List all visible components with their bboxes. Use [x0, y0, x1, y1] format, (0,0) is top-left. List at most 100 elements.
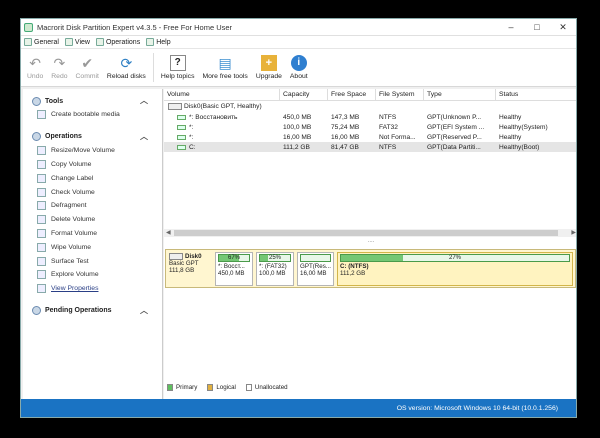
legend-unallocated: Unallocated [245, 384, 288, 391]
tools-section-header[interactable]: Tools ︿ [23, 94, 162, 108]
sidebar-item-delete-volume[interactable]: Delete Volume [23, 213, 162, 227]
table-row[interactable]: *: 100,0 MB 75,24 MB FAT32 GPT(EFI Syste… [164, 122, 576, 132]
commit-icon: ✔ [81, 55, 94, 71]
sidebar-item-label: Copy Volume [51, 160, 92, 168]
cell-file-system: FAT32 [379, 123, 398, 131]
wipe-icon [37, 242, 46, 252]
pending-icon [32, 306, 41, 316]
column-status[interactable]: Status [496, 89, 576, 100]
undo-button[interactable]: ↶ Undo [23, 49, 47, 86]
usage-bar [300, 254, 331, 262]
scrollbar-thumb[interactable] [174, 230, 558, 236]
redo-button[interactable]: ↷ Redo [47, 49, 71, 86]
partition-icon [177, 144, 186, 150]
table-row[interactable]: *: 16,00 MB 16,00 MB Not Forma... GPT(Re… [164, 132, 576, 142]
resize-icon [37, 146, 46, 156]
partition-tile[interactable]: 67% *: Восст... 450,0 MB [215, 252, 253, 286]
minimize-button[interactable]: – [498, 19, 524, 36]
scroll-right-icon[interactable]: ▶ [571, 229, 576, 236]
disk-row[interactable]: Disk0(Basic GPT, Healthy) [164, 101, 576, 112]
about-label: About [289, 73, 308, 80]
operations-icon [95, 38, 104, 46]
sidebar-item-surface-test[interactable]: Surface Test [23, 254, 162, 268]
title-bar: Macrorit Disk Partition Expert v4.3.5 - … [21, 19, 576, 36]
usage-bar: 25% [259, 254, 291, 262]
cell-volume: C: [189, 143, 196, 151]
more-free-tools-button[interactable]: ▤ More free tools [198, 49, 251, 86]
cell-type: GPT(Data Partiti... [427, 143, 481, 151]
chevron-up-icon[interactable]: ︿ [140, 131, 148, 142]
menu-general[interactable]: General [24, 38, 59, 46]
disk-map-info[interactable]: Disk0 Basic GPT 111,8 GB [167, 252, 211, 286]
commit-button[interactable]: ✔ Commit [72, 49, 103, 86]
menu-help-label: Help [156, 38, 171, 46]
sidebar-item-explore-volume[interactable]: Explore Volume [23, 268, 162, 282]
usage-percent: 67% [227, 255, 240, 261]
cell-capacity: 450,0 MB [283, 113, 312, 121]
window-title: Macrorit Disk Partition Expert v4.3.5 - … [37, 22, 233, 32]
legend-primary: Primary [167, 384, 197, 391]
disk-map-size: 111,8 GB [169, 267, 195, 275]
redo-label: Redo [51, 73, 68, 80]
partition-tile[interactable]: GPT(Res... 16,00 MB [297, 252, 334, 286]
cell-file-system: Not Forma... [379, 133, 416, 141]
disk-map-name: Disk0 [185, 253, 202, 261]
table-row[interactable]: *: Восстановить 450,0 MB 147,3 MB NTFS G… [164, 112, 576, 122]
reload-disks-button[interactable]: ⟳ Reload disks [103, 49, 150, 86]
column-capacity[interactable]: Capacity [280, 89, 328, 100]
partition-name: C: (NTFS) [340, 263, 369, 270]
help-topics-button[interactable]: ? Help topics [157, 49, 199, 86]
pending-operations-header[interactable]: Pending Operations ︿ [23, 304, 162, 318]
sidebar-item-change-label[interactable]: Change Label [23, 171, 162, 185]
toolbar: ↶ Undo ↷ Redo ✔ Commit ⟳ Reload disks ? Help … [21, 49, 576, 87]
sidebar-item-defragment[interactable]: Defragment [23, 199, 162, 213]
help-icon [146, 38, 155, 46]
partition-tile[interactable]: 25% *: (FAT32) 100,0 MB [256, 252, 294, 286]
disk-icon [169, 253, 183, 260]
table-row-selected[interactable]: C: 111,2 GB 81,47 GB NTFS GPT(Data Parti… [164, 142, 576, 152]
operations-section-header[interactable]: Operations ︿ [23, 130, 162, 144]
about-button[interactable]: i About [286, 49, 312, 86]
sidebar-item-create-bootable-media[interactable]: Create bootable media [23, 108, 162, 122]
pane-splitter[interactable]: .... [164, 238, 576, 244]
chevron-up-icon[interactable]: ︿ [140, 305, 148, 316]
menu-bar: General View Operations Help [21, 36, 576, 49]
sidebar-item-format-volume[interactable]: Format Volume [23, 227, 162, 241]
redo-icon: ↷ [53, 55, 66, 71]
partition-tile-selected[interactable]: 27% C: (NTFS) 111,2 GB [337, 252, 573, 286]
column-type[interactable]: Type [424, 89, 496, 100]
maximize-button[interactable]: □ [524, 19, 550, 36]
check-icon [37, 187, 46, 197]
general-icon [24, 38, 32, 46]
undo-label: Undo [27, 73, 44, 80]
partition-size: 16,00 MB [300, 270, 327, 277]
cell-free-space: 81,47 GB [331, 143, 359, 151]
sidebar-item-view-properties[interactable]: View Properties [23, 282, 162, 296]
menu-operations[interactable]: Operations [95, 38, 140, 46]
partition-name: *: Восст... [218, 263, 245, 270]
upgrade-button[interactable]: + Upgrade [252, 49, 286, 86]
cell-type: GPT(Reserved P... [427, 133, 482, 141]
scroll-left-icon[interactable]: ◀ [166, 229, 171, 236]
sidebar-item-copy-volume[interactable]: Copy Volume [23, 158, 162, 172]
help-topics-icon: ? [169, 55, 186, 71]
legend-label: Logical [216, 384, 236, 392]
column-volume[interactable]: Volume [164, 89, 280, 100]
column-free-space[interactable]: Free Space [328, 89, 376, 100]
close-button[interactable]: ✕ [550, 19, 576, 36]
legend: Primary Logical Unallocated [167, 384, 288, 391]
menu-help[interactable]: Help [146, 38, 171, 46]
main-panel: Volume Capacity Free Space File System T… [164, 89, 576, 401]
sidebar-item-wipe-volume[interactable]: Wipe Volume [23, 240, 162, 254]
column-file-system[interactable]: File System [376, 89, 424, 100]
cell-volume: *: [189, 123, 194, 131]
horizontal-scrollbar[interactable]: ◀ ▶ [164, 229, 576, 237]
chevron-up-icon[interactable]: ︿ [140, 95, 148, 106]
sidebar-item-resize-move[interactable]: Resize/Move Volume [23, 144, 162, 158]
partition-icon [177, 134, 186, 140]
sidebar-item-check-volume[interactable]: Check Volume [23, 185, 162, 199]
cell-volume: *: [189, 133, 194, 141]
properties-icon [37, 284, 46, 294]
menu-view[interactable]: View [64, 38, 90, 46]
tools-title: Tools [45, 97, 64, 105]
